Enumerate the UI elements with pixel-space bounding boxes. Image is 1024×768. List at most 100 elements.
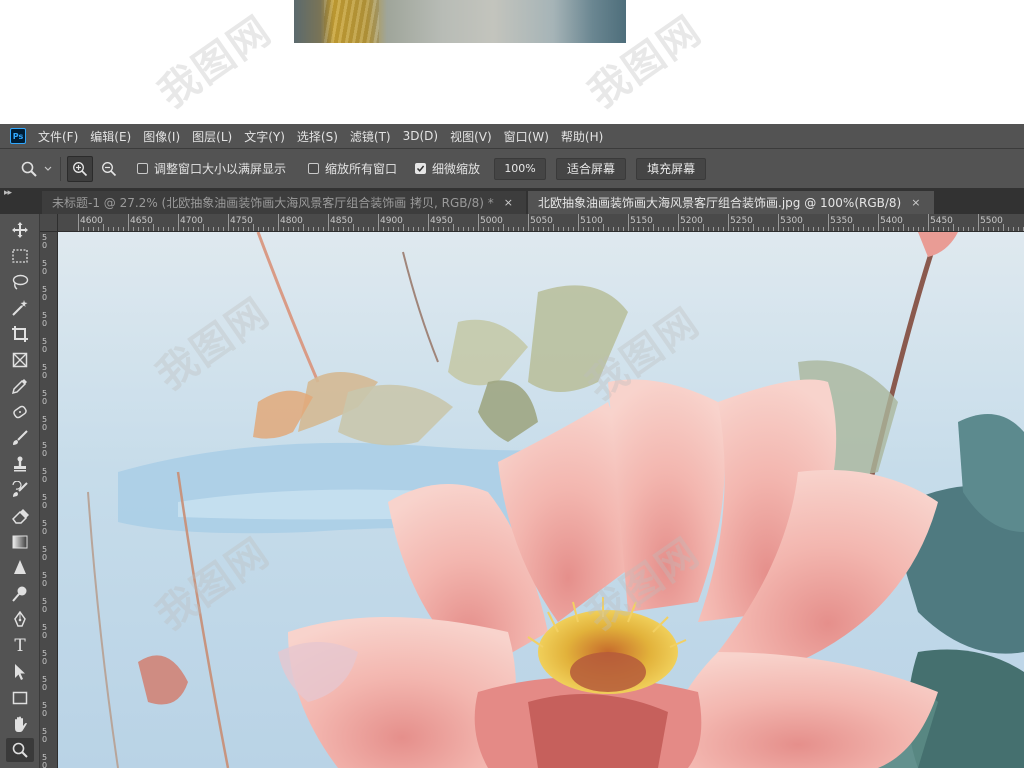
type-icon[interactable]: T [6,634,34,658]
move-tool-icon[interactable] [6,218,34,242]
ruler-label: 5 0 [42,337,48,354]
ruler-tick [473,227,474,231]
ruler-tick [1013,227,1014,231]
ruler-tick [538,227,539,231]
ruler-tick [688,227,689,231]
ruler-corner[interactable] [40,214,58,232]
ruler-tick [978,214,979,231]
ruler-tick [653,224,654,231]
ruler-tick [498,227,499,231]
menu-edit[interactable]: 编辑(E) [90,128,131,145]
ruler-label: 5050 [530,216,553,226]
pen-icon[interactable] [6,608,34,632]
ruler-tick [418,227,419,231]
tool-options-bar: 调整窗口大小以满屏显示 缩放所有窗口 细微缩放 100% 适合屏幕 填充屏幕 [0,148,1024,188]
ruler-tick [758,227,759,231]
ruler-tick [713,227,714,231]
document-canvas[interactable]: 我图网 我图网 我图网 我图网 [58,232,1024,768]
eyedropper-icon[interactable] [6,374,34,398]
ruler-label: 5500 [980,216,1003,226]
document-tab-painting[interactable]: 北欧抽象油画装饰画大海风景客厅组合装饰画.jpg @ 100%(RGB/8) × [528,191,934,214]
magic-wand-icon[interactable] [6,296,34,320]
hand-icon[interactable] [6,712,34,736]
ruler-label: 4950 [430,216,453,226]
collapse-panels-icon[interactable]: ▸▸ [4,188,12,198]
scrubby-zoom-checkbox[interactable]: 细微缩放 [415,160,480,177]
ruler-tick [613,227,614,231]
ruler-tick [888,227,889,231]
checkbox-unchecked[interactable] [137,163,148,174]
ruler-tick [103,224,104,231]
checkbox-checked-icon[interactable] [415,163,427,174]
ruler-tick [273,227,274,231]
photoshop-logo-icon[interactable]: Ps [10,128,26,144]
ruler-tick [293,227,294,231]
ruler-tick [763,227,764,231]
ruler-label: 5 0 [42,623,48,640]
ruler-tick [993,227,994,231]
ruler-tick [693,227,694,231]
fill-screen-button[interactable]: 填充屏幕 [636,157,707,180]
chevron-down-icon[interactable] [42,156,54,182]
ruler-tick [428,214,429,231]
zoom-all-windows-checkbox[interactable]: 缩放所有窗口 [308,160,397,177]
menu-image[interactable]: 图像(I) [143,128,180,145]
document-tab-strip: ▸▸ 未标题-1 @ 27.2% (北欧抽象油画装饰画大海风景客厅组合装饰画 拷… [0,188,1024,214]
blur-icon[interactable] [6,556,34,580]
crop-icon[interactable] [6,322,34,346]
document-tab-untitled[interactable]: 未标题-1 @ 27.2% (北欧抽象油画装饰画大海风景客厅组合装饰画 拷贝, … [42,191,526,214]
healing-brush-icon[interactable] [6,400,34,424]
menu-layer[interactable]: 图层(L) [192,128,232,145]
lasso-icon[interactable] [6,270,34,294]
menu-filter[interactable]: 滤镜(T) [350,128,391,145]
menu-type[interactable]: 文字(Y) [244,128,285,145]
ruler-tick [598,227,599,231]
brush-icon[interactable] [6,426,34,450]
ruler-tick [328,214,329,231]
menu-view[interactable]: 视图(V) [450,128,492,145]
path-selection-icon[interactable] [6,660,34,684]
ruler-label: 4800 [280,216,303,226]
ruler-tick [558,227,559,231]
vertical-ruler[interactable]: 5 0 5 0 5 0 5 0 5 0 5 0 5 0 5 0 5 0 5 0 5 0 5 0 5 0 5… [40,232,58,768]
horizontal-ruler[interactable]: 4600 4650 4700 4750 4800 4850 4900 4950 5000 5050… [58,214,1024,232]
ruler-tick [903,224,904,231]
ruler-tick [83,227,84,231]
menu-select[interactable]: 选择(S) [297,128,338,145]
menu-file[interactable]: 文件(F) [38,128,78,145]
frame-icon[interactable] [6,348,34,372]
ruler-tick [673,227,674,231]
dodge-icon[interactable] [6,582,34,606]
ruler-tick [708,227,709,231]
menu-3d[interactable]: 3D(D) [403,129,438,143]
zoom-percent-field[interactable]: 100% [494,157,547,180]
rectangular-marquee-icon[interactable] [6,244,34,268]
ruler-tick [243,227,244,231]
ruler-tick [883,227,884,231]
checkbox-unchecked[interactable] [308,163,320,174]
clone-stamp-icon[interactable] [6,452,34,476]
zoom-tool-icon[interactable] [6,738,34,762]
ruler-tick [343,227,344,231]
resize-windows-checkbox[interactable]: 调整窗口大小以满屏显示 [137,160,286,177]
ruler-tick [828,214,829,231]
ruler-tick [878,214,879,231]
fit-screen-button[interactable]: 适合屏幕 [556,157,627,180]
close-icon[interactable]: × [911,196,920,209]
ruler-tick [448,227,449,231]
ruler-tick [608,227,609,231]
menu-help[interactable]: 帮助(H) [561,128,603,145]
close-icon[interactable]: × [504,196,513,209]
ruler-tick [98,227,99,231]
zoom-out-button[interactable] [96,156,122,182]
rectangle-shape-icon[interactable] [6,686,34,710]
zoom-in-button[interactable] [67,155,93,182]
menu-window[interactable]: 窗口(W) [504,128,549,145]
ruler-tick [638,227,639,231]
gradient-icon[interactable] [6,530,34,554]
zoom-tool-preset-icon[interactable] [16,156,42,182]
ruler-tick [848,227,849,231]
history-brush-icon[interactable] [6,478,34,502]
ruler-tick [658,227,659,231]
eraser-icon[interactable] [6,504,34,528]
